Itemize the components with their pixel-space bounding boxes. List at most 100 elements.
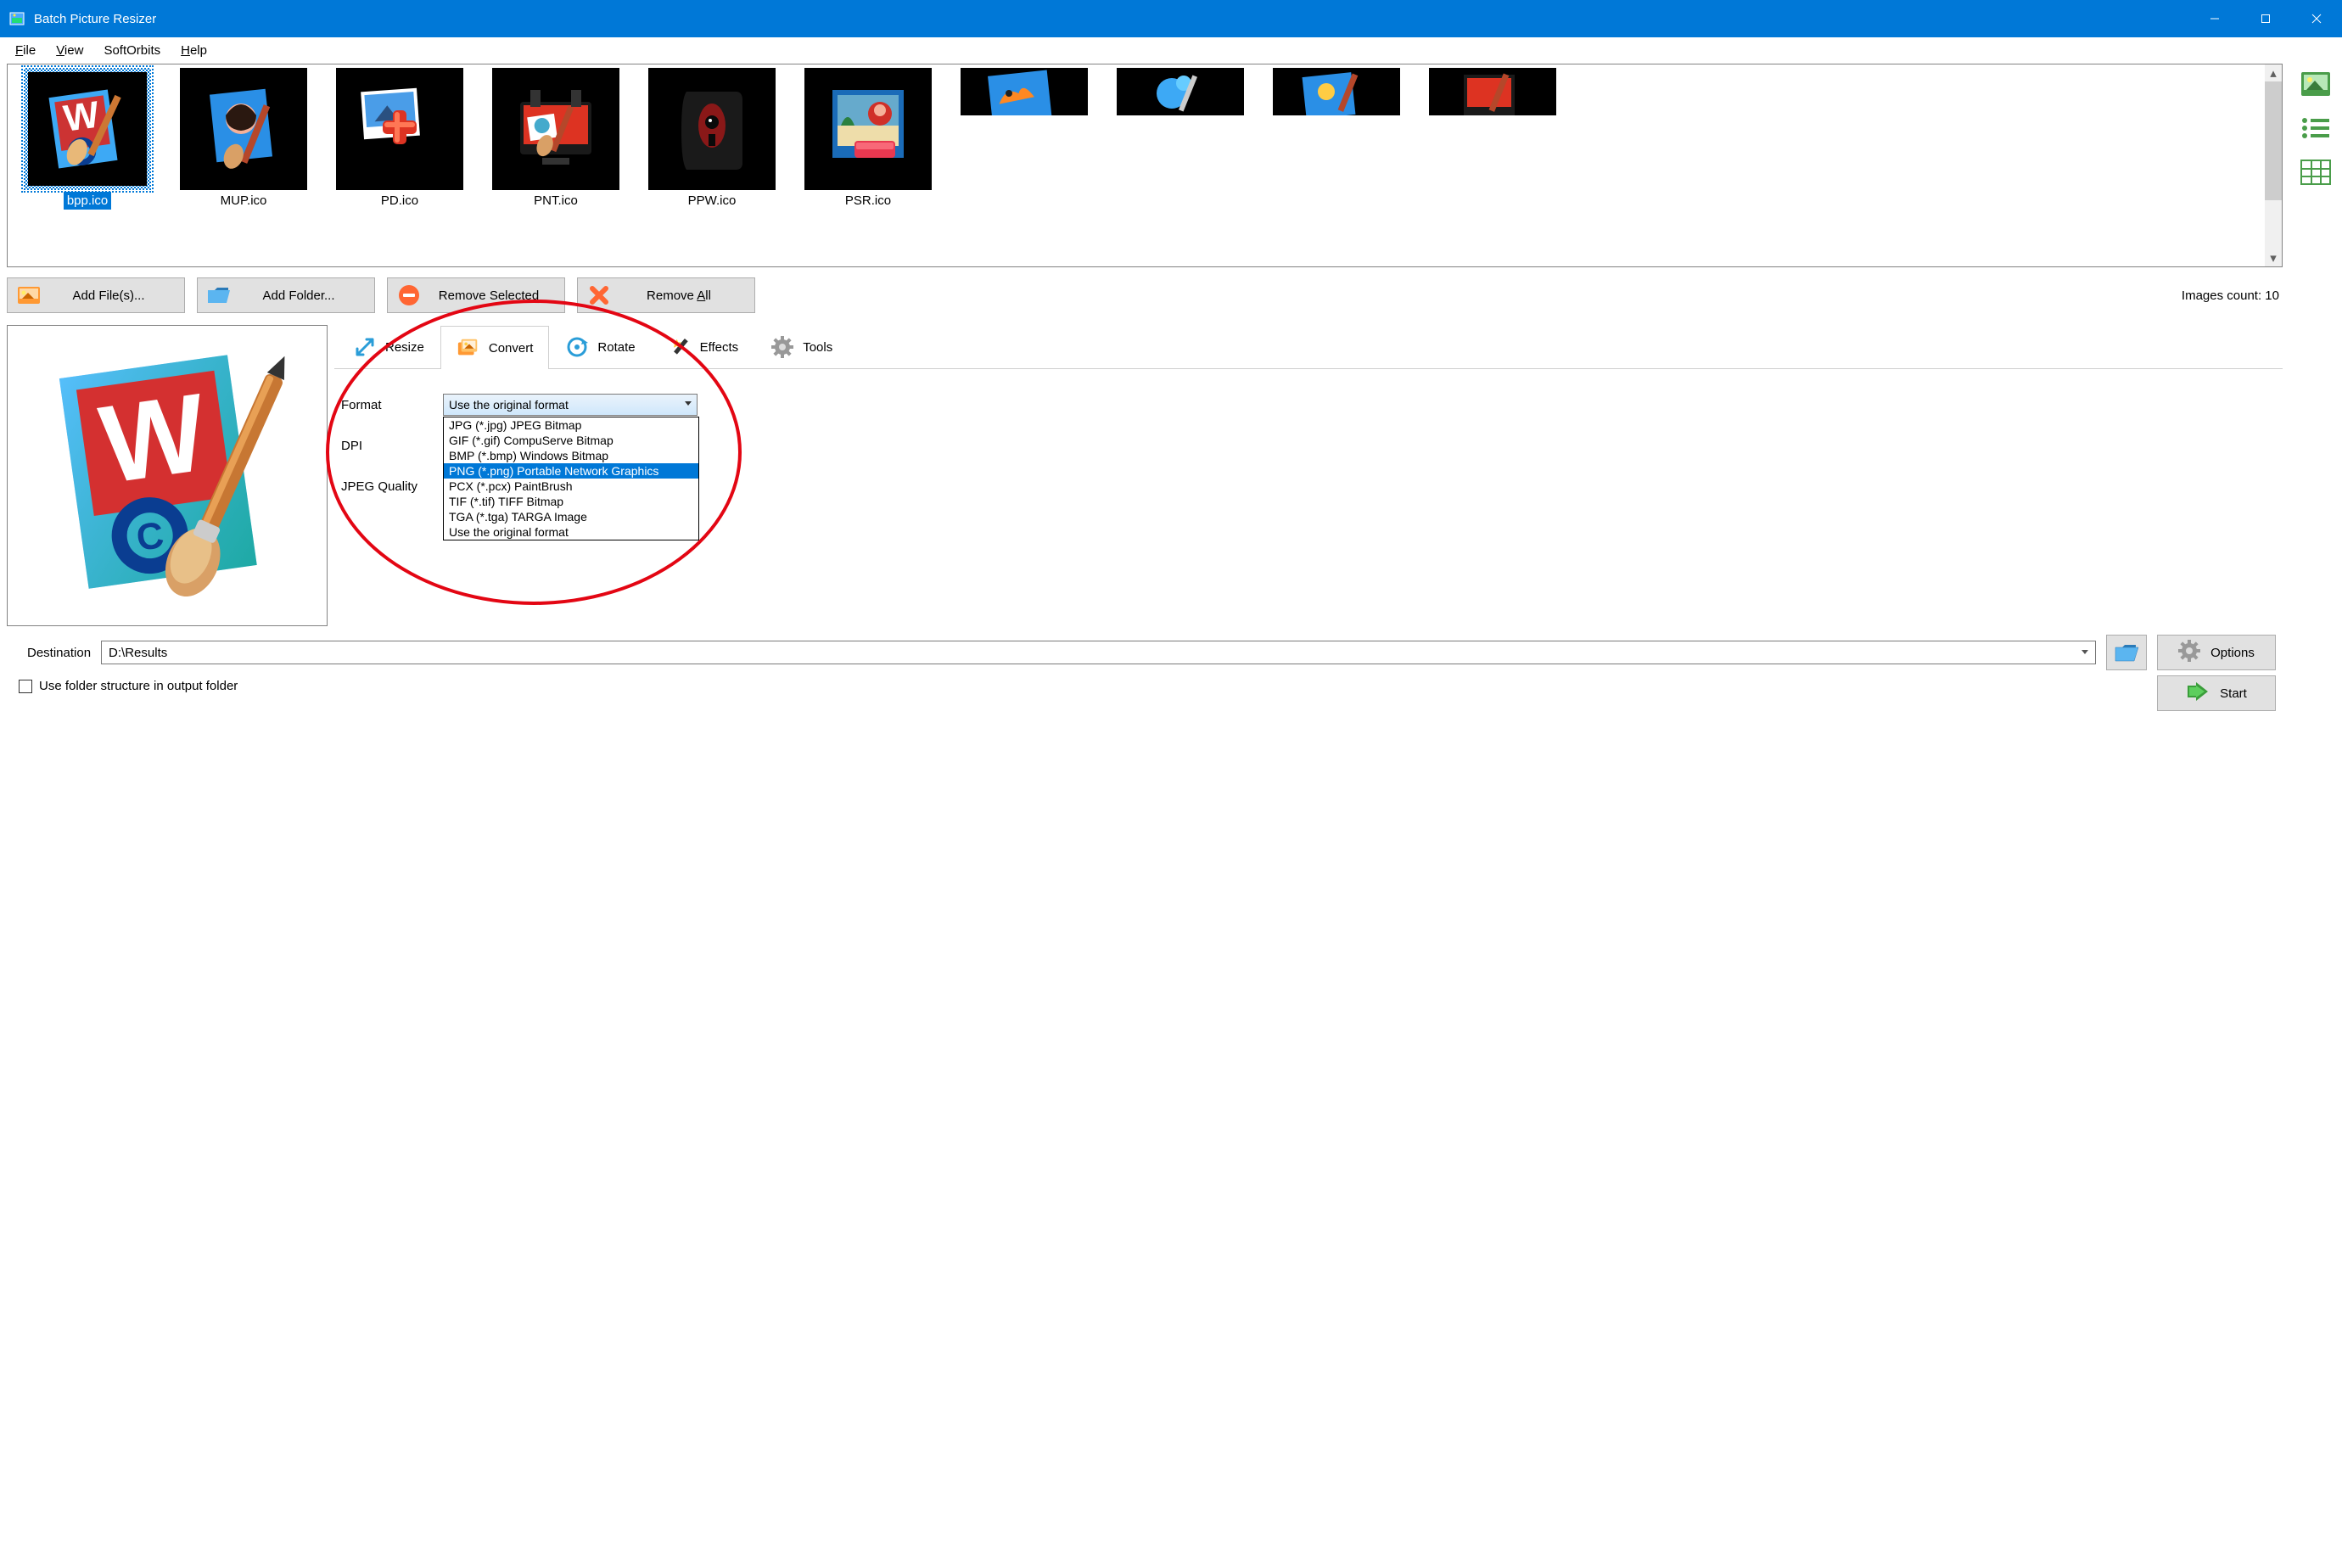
remove-selected-button[interactable]: Remove Selected xyxy=(387,277,565,313)
folder-open-icon xyxy=(2113,641,2140,664)
thumbnail-item[interactable] xyxy=(946,68,1102,210)
convert-tab-content: Format Use the original format JPG (*.jp… xyxy=(334,369,2283,522)
images-count: Images count: 10 xyxy=(2182,288,2283,303)
dropdown-option[interactable]: GIF (*.gif) CompuServe Bitmap xyxy=(444,433,698,448)
action-bar: Add File(s)... Add Folder... Remove Sele… xyxy=(7,267,2283,318)
folder-icon xyxy=(206,284,232,306)
thumbnail-label: PPW.ico xyxy=(685,192,740,210)
thumbnail-item[interactable]: W bpp.ico xyxy=(9,68,165,210)
checkbox-icon[interactable] xyxy=(19,680,32,693)
tab-strip: Resize Convert Rotate Effects Tools xyxy=(334,325,2283,369)
tab-tools[interactable]: Tools xyxy=(754,325,849,368)
dropdown-option[interactable]: TGA (*.tga) TARGA Image xyxy=(444,509,698,524)
tab-resize[interactable]: Resize xyxy=(337,325,440,368)
chevron-down-icon xyxy=(683,397,693,411)
picture-icon xyxy=(16,284,42,306)
thumbnail-label: PNT.ico xyxy=(530,192,581,210)
effects-icon xyxy=(668,335,692,359)
rotate-icon xyxy=(565,335,589,359)
dropdown-option[interactable]: BMP (*.bmp) Windows Bitmap xyxy=(444,448,698,463)
thumbnail-item[interactable]: MUP.ico xyxy=(165,68,322,210)
title-bar: Batch Picture Resizer xyxy=(0,0,2342,37)
menu-help[interactable]: Help xyxy=(171,41,217,60)
button-label: Add File(s)... xyxy=(53,288,164,303)
app-icon xyxy=(8,10,25,27)
button-label: Remove All xyxy=(624,288,734,303)
window-title: Batch Picture Resizer xyxy=(34,12,2189,26)
gear-icon xyxy=(2178,640,2200,665)
convert-icon xyxy=(457,336,480,360)
thumbnail-label: bpp.ico xyxy=(64,192,111,210)
tab-convert[interactable]: Convert xyxy=(440,326,550,369)
remove-all-button[interactable]: Remove All xyxy=(577,277,755,313)
list-view-button[interactable] xyxy=(2299,113,2333,143)
add-folder-button[interactable]: Add Folder... xyxy=(197,277,375,313)
button-label: Remove Selected xyxy=(434,288,544,303)
tab-label: Convert xyxy=(489,341,534,356)
thumbnail-item[interactable] xyxy=(1415,68,1571,210)
format-label: Format xyxy=(341,398,443,412)
thumbnail-label: MUP.ico xyxy=(217,192,271,210)
tab-effects[interactable]: Effects xyxy=(652,325,755,368)
dropdown-option[interactable]: PNG (*.png) Portable Network Graphics xyxy=(444,463,698,479)
thumbnail-item[interactable]: PD.ico xyxy=(322,68,478,210)
delete-icon xyxy=(586,284,612,306)
svg-text:W: W xyxy=(61,93,102,139)
format-select[interactable]: Use the original format JPG (*.jpg) JPEG… xyxy=(443,394,698,416)
thumbnail-scrollbar[interactable]: ▴ ▾ xyxy=(2265,64,2282,266)
menu-bar: File View SoftOrbits Help xyxy=(0,37,2342,64)
destination-value: D:\Results xyxy=(109,646,167,660)
browse-folder-button[interactable] xyxy=(2106,635,2147,670)
jpeg-quality-label: JPEG Quality xyxy=(341,479,443,494)
thumbnails-view-button[interactable] xyxy=(2299,69,2333,99)
start-button[interactable]: Start xyxy=(2157,675,2276,711)
minimize-button[interactable] xyxy=(2189,0,2240,37)
scrollbar-thumb[interactable] xyxy=(2265,81,2282,200)
tab-rotate[interactable]: Rotate xyxy=(549,325,651,368)
checkbox-label: Use folder structure in output folder xyxy=(39,679,238,693)
details-view-button[interactable] xyxy=(2299,157,2333,188)
thumbnail-item[interactable]: PPW.ico xyxy=(634,68,790,210)
svg-text:W: W xyxy=(93,369,214,507)
thumbnail-item[interactable]: PNT.ico xyxy=(478,68,634,210)
menu-file[interactable]: File xyxy=(5,41,46,60)
view-mode-strip xyxy=(2289,64,2342,720)
thumbnail-item[interactable] xyxy=(1258,68,1415,210)
options-button[interactable]: Options xyxy=(2157,635,2276,670)
resize-icon xyxy=(353,335,377,359)
thumbnail-item[interactable] xyxy=(1102,68,1258,210)
window-controls xyxy=(2189,0,2342,37)
destination-row: Destination D:\Results Options xyxy=(7,626,2283,670)
preview-image: W C xyxy=(7,325,328,626)
destination-label: Destination xyxy=(27,646,91,660)
thumbnail-label: PD.ico xyxy=(378,192,422,210)
tab-label: Resize xyxy=(385,340,424,355)
thumbnail-item[interactable]: PSR.ico xyxy=(790,68,946,210)
tab-panel: Resize Convert Rotate Effects Tools Form… xyxy=(334,325,2283,626)
button-label: Options xyxy=(2210,646,2255,660)
gear-icon xyxy=(770,335,794,359)
play-icon xyxy=(2186,682,2210,704)
maximize-button[interactable] xyxy=(2240,0,2291,37)
tab-label: Tools xyxy=(803,340,832,355)
dpi-label: DPI xyxy=(341,439,443,453)
destination-input[interactable]: D:\Results xyxy=(101,641,2096,664)
add-files-button[interactable]: Add File(s)... xyxy=(7,277,185,313)
tab-label: Effects xyxy=(700,340,739,355)
button-label: Start xyxy=(2220,686,2247,701)
dropdown-option[interactable]: Use the original format xyxy=(444,524,698,540)
scroll-down-icon[interactable]: ▾ xyxy=(2265,249,2282,266)
chevron-down-icon xyxy=(2080,646,2090,660)
dropdown-option[interactable]: PCX (*.pcx) PaintBrush xyxy=(444,479,698,494)
scroll-up-icon[interactable]: ▴ xyxy=(2265,64,2282,81)
close-button[interactable] xyxy=(2291,0,2342,37)
menu-softorbits[interactable]: SoftOrbits xyxy=(93,41,171,60)
menu-view[interactable]: View xyxy=(46,41,93,60)
remove-icon xyxy=(396,284,422,306)
dropdown-option[interactable]: TIF (*.tif) TIFF Bitmap xyxy=(444,494,698,509)
thumbnail-grid[interactable]: W bpp.ico MUP.ico PD.ico PNT.ico xyxy=(7,64,2283,267)
use-folder-structure-checkbox[interactable]: Use folder structure in output folder xyxy=(7,670,2157,693)
format-dropdown[interactable]: JPG (*.jpg) JPEG Bitmap GIF (*.gif) Comp… xyxy=(443,417,699,540)
svg-text:C: C xyxy=(134,514,166,559)
dropdown-option[interactable]: JPG (*.jpg) JPEG Bitmap xyxy=(444,417,698,433)
